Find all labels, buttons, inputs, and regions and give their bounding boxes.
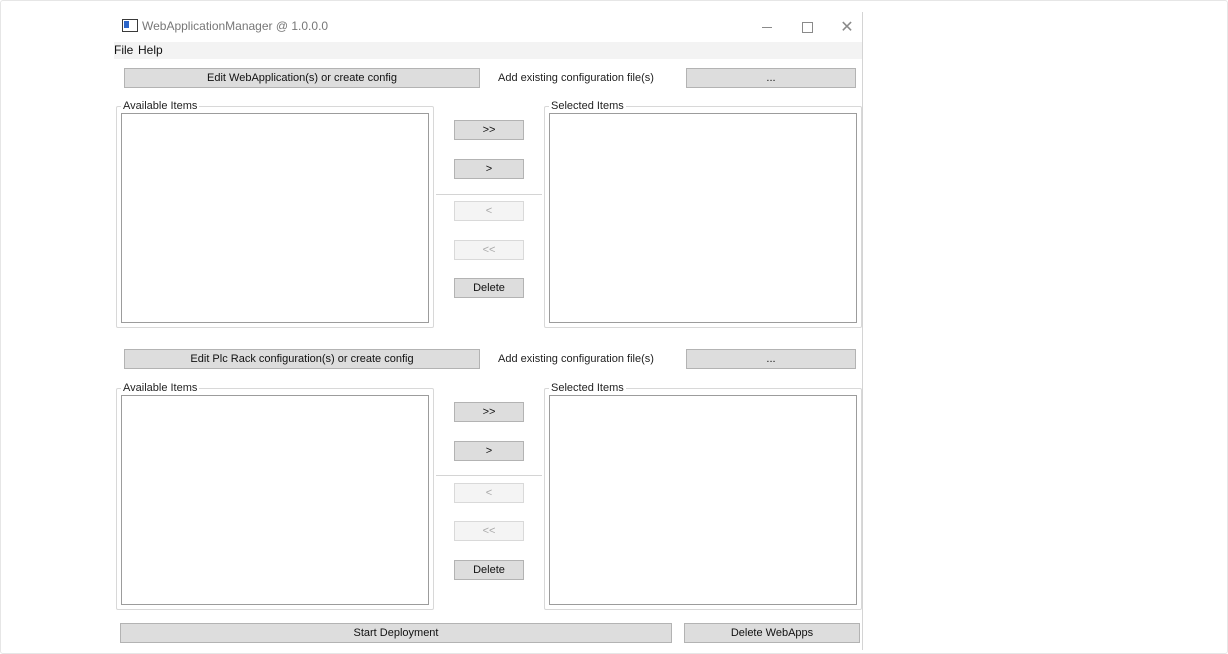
webapp-available-legend: Available Items xyxy=(121,100,200,112)
plc-move-left-button[interactable]: < xyxy=(454,483,524,503)
plc-available-group: Available Items xyxy=(116,382,434,610)
plc-selected-group: Selected Items xyxy=(544,382,862,610)
browse-webapp-config-button[interactable]: ... xyxy=(686,68,856,88)
plc-available-legend: Available Items xyxy=(121,382,200,394)
webapp-selected-list[interactable] xyxy=(549,113,857,323)
add-existing-config-label: Add existing configuration file(s) xyxy=(498,72,654,84)
menu-bar: File Help xyxy=(114,42,862,59)
webapp-move-left-button[interactable]: < xyxy=(454,201,524,221)
menu-file[interactable]: File xyxy=(114,43,133,57)
webapp-move-all-left-button[interactable]: << xyxy=(454,240,524,260)
webapp-available-group: Available Items xyxy=(116,100,434,328)
minimize-icon xyxy=(762,26,772,28)
edit-plc-rack-button[interactable]: Edit Plc Rack configuration(s) or create… xyxy=(124,349,480,369)
plc-selected-legend: Selected Items xyxy=(549,382,626,394)
plc-selected-list[interactable] xyxy=(549,395,857,605)
browse-plc-config-button[interactable]: ... xyxy=(686,349,856,369)
plc-transfer-divider xyxy=(436,475,542,476)
webapp-selected-legend: Selected Items xyxy=(549,100,626,112)
maximize-button[interactable] xyxy=(790,15,824,39)
main-window: WebApplicationManager @ 1.0.0.0 ✕ File H… xyxy=(114,12,863,650)
plc-move-right-button[interactable]: > xyxy=(454,441,524,461)
app-icon xyxy=(122,19,138,32)
webapp-move-all-right-button[interactable]: >> xyxy=(454,120,524,140)
window-title: WebApplicationManager @ 1.0.0.0 xyxy=(142,19,329,33)
edit-webapplication-button[interactable]: Edit WebApplication(s) or create config xyxy=(124,68,480,88)
maximize-icon xyxy=(801,21,813,33)
close-button[interactable]: ✕ xyxy=(830,15,864,39)
plc-add-existing-config-label: Add existing configuration file(s) xyxy=(498,353,654,365)
menu-help[interactable]: Help xyxy=(138,43,163,57)
plc-move-all-right-button[interactable]: >> xyxy=(454,402,524,422)
plc-move-all-left-button[interactable]: << xyxy=(454,521,524,541)
start-deployment-button[interactable]: Start Deployment xyxy=(120,623,672,643)
title-bar: WebApplicationManager @ 1.0.0.0 ✕ xyxy=(114,12,862,42)
plc-delete-button[interactable]: Delete xyxy=(454,560,524,580)
plc-available-list[interactable] xyxy=(121,395,429,605)
webapp-delete-button[interactable]: Delete xyxy=(454,278,524,298)
webapp-move-right-button[interactable]: > xyxy=(454,159,524,179)
webapp-transfer-divider xyxy=(436,194,542,195)
webapp-selected-group: Selected Items xyxy=(544,100,862,328)
delete-webapps-button[interactable]: Delete WebApps xyxy=(684,623,860,643)
webapp-available-list[interactable] xyxy=(121,113,429,323)
close-icon: ✕ xyxy=(840,19,854,36)
minimize-button[interactable] xyxy=(750,15,784,39)
